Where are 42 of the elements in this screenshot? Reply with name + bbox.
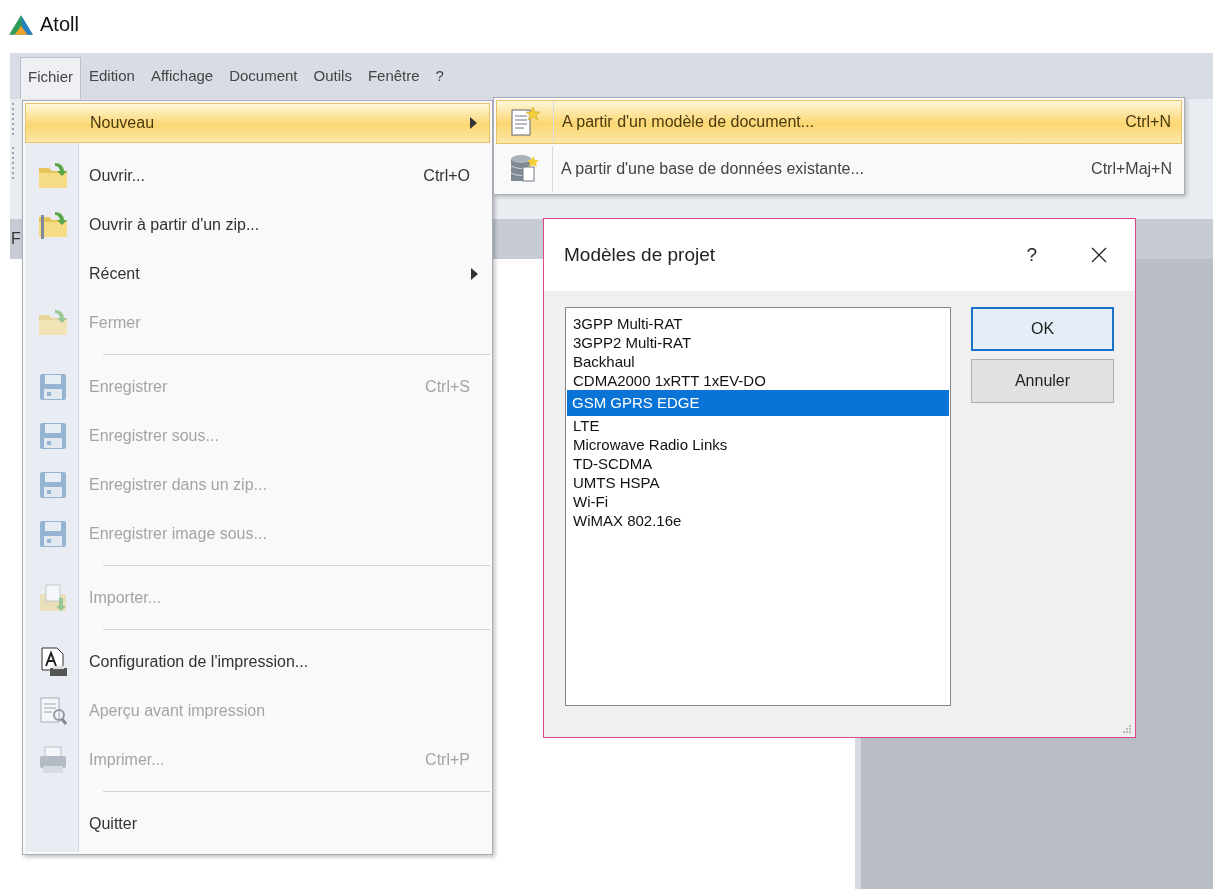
list-item[interactable]: UMTS HSPA — [568, 473, 948, 492]
menu-bar-item[interactable]: Edition — [81, 56, 143, 99]
import-icon — [37, 581, 69, 614]
menu-bar-item[interactable]: Document — [221, 56, 306, 99]
document-magnifier-icon — [37, 694, 69, 727]
document-tab[interactable]: F — [10, 230, 21, 248]
menu-item[interactable]: Nouveau — [25, 103, 490, 143]
document-star-icon — [509, 106, 541, 138]
dialog-title: Modèles de projet — [564, 244, 717, 266]
list-item[interactable]: Backhaul — [568, 352, 948, 371]
app-title: Atoll — [40, 13, 79, 36]
menu-bar-item[interactable]: Fenêtre — [359, 56, 428, 99]
menu-bar-item[interactable]: Outils — [305, 56, 360, 99]
menu-item[interactable]: Configuration de l'impression... — [25, 637, 490, 686]
menu-bar-item[interactable]: Affichage — [142, 56, 222, 99]
resize-grip-icon — [1121, 723, 1131, 733]
list-item[interactable]: 3GPP Multi-RAT — [568, 314, 948, 333]
menu-item[interactable]: A partir d'une base de données existante... Ctrl+Maj+N — [496, 146, 1182, 192]
printer-icon — [37, 743, 69, 776]
help-button[interactable]: ? — [1022, 244, 1041, 266]
app-logo-icon — [8, 13, 34, 36]
menu-item[interactable]: Ouvrir à partir d'un zip... — [25, 200, 490, 249]
close-icon[interactable] — [1091, 247, 1107, 263]
menu-item[interactable]: Quitter — [25, 799, 490, 848]
list-item[interactable]: LTE — [568, 416, 948, 435]
menu-item[interactable]: A partir d'un modèle de document... Ctrl+N — [496, 100, 1182, 144]
dialog-button[interactable]: OK — [971, 307, 1114, 351]
dialog-button[interactable]: Annuler — [971, 359, 1114, 403]
menu-bar-item[interactable]: Fichier — [20, 57, 81, 99]
toolbar-grip-icon — [11, 145, 15, 181]
toolbar-grip-icon — [11, 101, 15, 137]
database-star-icon — [508, 153, 540, 185]
menu-item[interactable]: Ouvrir... Ctrl+O — [25, 151, 490, 200]
list-item[interactable]: WiMAX 802.16e — [568, 511, 948, 530]
menu-item[interactable]: Récent — [25, 249, 490, 298]
list-item[interactable]: Wi-Fi — [568, 492, 948, 511]
list-item[interactable]: CDMA2000 1xRTT 1xEV-DO — [568, 371, 948, 390]
list-item[interactable]: Microwave Radio Links — [568, 435, 948, 454]
list-item[interactable]: 3GPP2 Multi-RAT — [568, 333, 948, 352]
list-item[interactable]: GSM GPRS EDGE — [567, 390, 949, 416]
menu-bar-item[interactable]: ? — [427, 56, 452, 99]
list-item[interactable]: TD-SCDMA — [568, 454, 948, 473]
